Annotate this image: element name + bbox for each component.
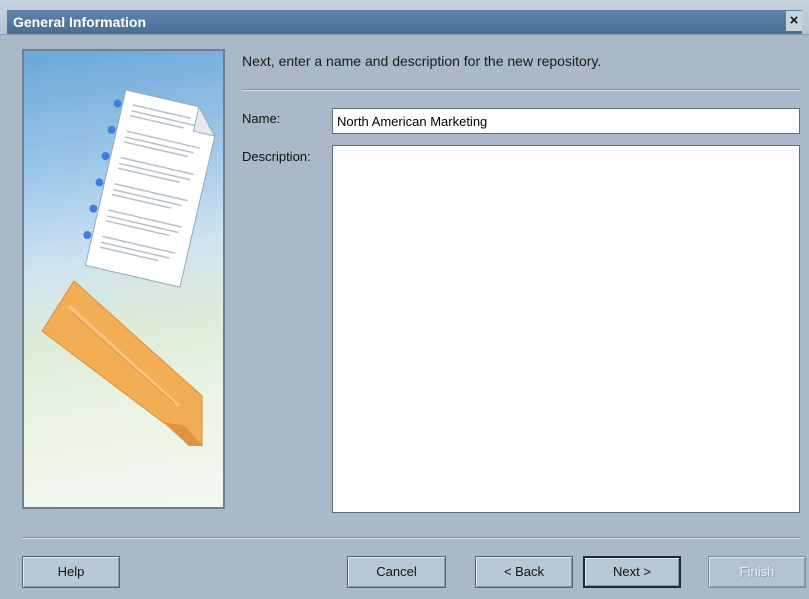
description-field[interactable] xyxy=(332,145,800,513)
description-label: Description: xyxy=(242,149,311,164)
name-field[interactable] xyxy=(332,108,800,134)
next-button[interactable]: Next > xyxy=(583,556,681,588)
name-label: Name: xyxy=(242,111,281,126)
header-separator xyxy=(242,89,800,91)
footer-separator xyxy=(22,537,800,539)
close-button[interactable]: × xyxy=(786,11,802,31)
ribbon-icon xyxy=(41,280,203,448)
wizard-side-image xyxy=(22,49,225,509)
title-bar-strip: General Information × xyxy=(7,10,802,34)
cancel-button[interactable]: Cancel xyxy=(347,556,446,588)
instruction-text: Next, enter a name and description for t… xyxy=(242,53,602,69)
document-icon xyxy=(83,89,216,288)
back-button[interactable]: < Back xyxy=(475,556,573,588)
title-bar: General Information × xyxy=(0,0,809,35)
finish-button: Finish xyxy=(708,556,806,588)
window-title: General Information xyxy=(13,14,147,30)
help-button[interactable]: Help xyxy=(22,556,120,588)
document-list-and-ribbon-illustration xyxy=(41,89,216,448)
